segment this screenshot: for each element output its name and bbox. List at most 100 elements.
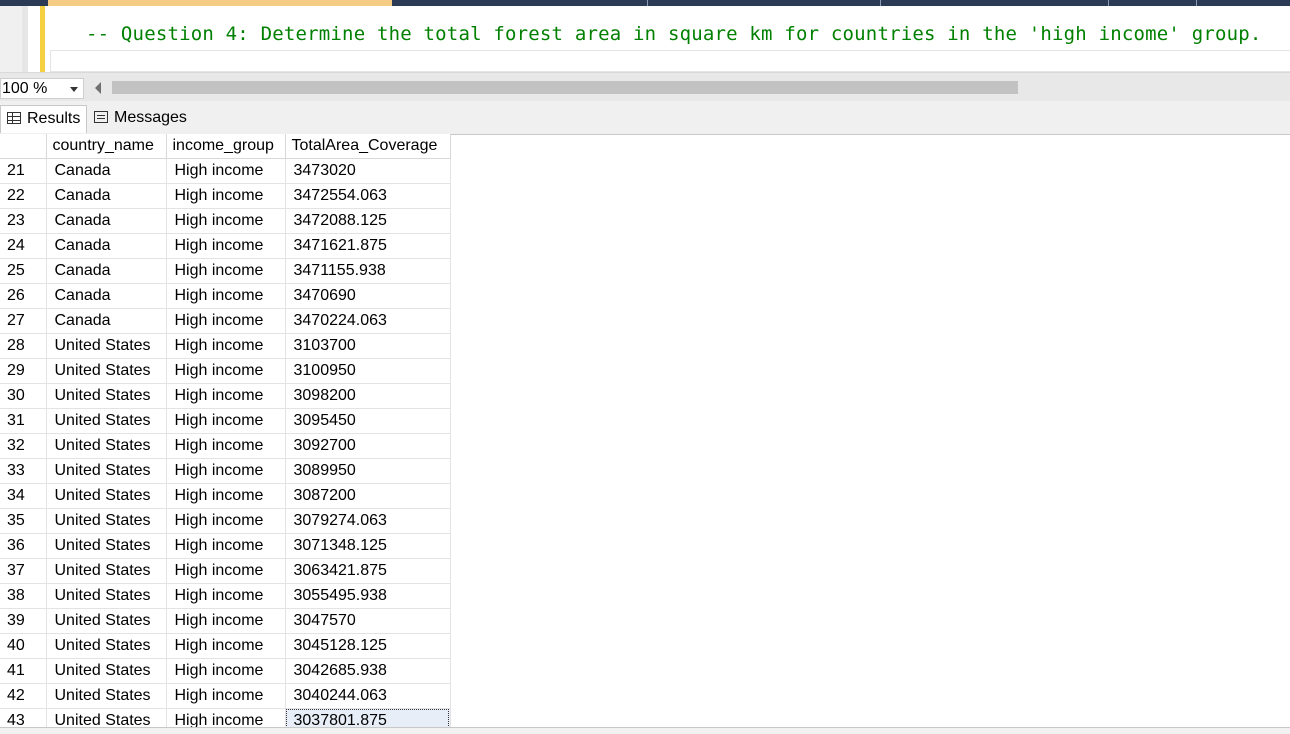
cell-income-group[interactable]: High income <box>166 633 286 659</box>
cell-totalarea-coverage[interactable]: 3089950 <box>285 458 451 484</box>
cell-income-group[interactable]: High income <box>166 508 286 534</box>
cell-income-group[interactable]: High income <box>166 208 286 234</box>
table-row[interactable]: 35 United States High income 3079274.063 <box>0 508 451 534</box>
row-number[interactable]: 37 <box>0 558 47 584</box>
cell-income-group[interactable]: High income <box>166 283 286 309</box>
table-row[interactable]: 27 Canada High income 3470224.063 <box>0 308 451 334</box>
table-row[interactable]: 28 United States High income 3103700 <box>0 333 451 359</box>
cell-country-name[interactable]: United States <box>46 508 167 534</box>
cell-totalarea-coverage[interactable]: 3079274.063 <box>285 508 451 534</box>
cell-country-name[interactable]: Canada <box>46 308 167 334</box>
results-grid[interactable]: country_name income_group TotalArea_Cove… <box>0 134 451 734</box>
table-row[interactable]: 24 Canada High income 3471621.875 <box>0 233 451 259</box>
cell-totalarea-coverage[interactable]: 3472088.125 <box>285 208 451 234</box>
cell-income-group[interactable]: High income <box>166 658 286 684</box>
cell-country-name[interactable]: United States <box>46 658 167 684</box>
row-number[interactable]: 31 <box>0 408 47 434</box>
table-row[interactable]: 39 United States High income 3047570 <box>0 608 451 634</box>
cell-income-group[interactable]: High income <box>166 258 286 284</box>
row-number[interactable]: 32 <box>0 433 47 459</box>
cell-income-group[interactable]: High income <box>166 358 286 384</box>
cell-income-group[interactable]: High income <box>166 308 286 334</box>
table-row[interactable]: 33 United States High income 3089950 <box>0 458 451 484</box>
query-editor[interactable]: -- Question 4: Determine the total fores… <box>0 6 1290 72</box>
table-row[interactable]: 32 United States High income 3092700 <box>0 433 451 459</box>
table-row[interactable]: 42 United States High income 3040244.063 <box>0 683 451 709</box>
row-number[interactable]: 28 <box>0 333 47 359</box>
cell-totalarea-coverage[interactable]: 3470690 <box>285 283 451 309</box>
code-comment-line[interactable]: -- Question 4: Determine the total fores… <box>86 23 1262 45</box>
cell-country-name[interactable]: United States <box>46 533 167 559</box>
row-number-header[interactable] <box>0 134 47 159</box>
row-number[interactable]: 25 <box>0 258 47 284</box>
row-number[interactable]: 36 <box>0 533 47 559</box>
cell-totalarea-coverage[interactable]: 3100950 <box>285 358 451 384</box>
row-number[interactable]: 21 <box>0 158 47 184</box>
row-number[interactable]: 39 <box>0 608 47 634</box>
cell-country-name[interactable]: United States <box>46 583 167 609</box>
zoom-dropdown[interactable]: 100 % <box>0 78 84 99</box>
cell-income-group[interactable]: High income <box>166 158 286 184</box>
cell-income-group[interactable]: High income <box>166 558 286 584</box>
row-number[interactable]: 23 <box>0 208 47 234</box>
row-number[interactable]: 24 <box>0 233 47 259</box>
row-number[interactable]: 33 <box>0 458 47 484</box>
cell-country-name[interactable]: Canada <box>46 258 167 284</box>
cell-totalarea-coverage[interactable]: 3055495.938 <box>285 583 451 609</box>
row-number[interactable]: 41 <box>0 658 47 684</box>
cell-country-name[interactable]: United States <box>46 483 167 509</box>
scroll-left-arrow-icon[interactable] <box>95 82 101 94</box>
cell-country-name[interactable]: United States <box>46 458 167 484</box>
column-header-income-group[interactable]: income_group <box>166 134 286 159</box>
horizontal-scrollbar-thumb[interactable] <box>112 81 1018 94</box>
cell-country-name[interactable]: United States <box>46 608 167 634</box>
cell-totalarea-coverage[interactable]: 3042685.938 <box>285 658 451 684</box>
cell-country-name[interactable]: United States <box>46 358 167 384</box>
table-row[interactable]: 26 Canada High income 3470690 <box>0 283 451 309</box>
cell-income-group[interactable]: High income <box>166 608 286 634</box>
row-number[interactable]: 34 <box>0 483 47 509</box>
cell-income-group[interactable]: High income <box>166 533 286 559</box>
column-header-country-name[interactable]: country_name <box>46 134 167 159</box>
cell-totalarea-coverage[interactable]: 3103700 <box>285 333 451 359</box>
cell-totalarea-coverage[interactable]: 3471155.938 <box>285 258 451 284</box>
cell-totalarea-coverage[interactable]: 3472554.063 <box>285 183 451 209</box>
tab-results[interactable]: Results <box>0 105 87 133</box>
tab-messages[interactable]: Messages <box>88 105 190 133</box>
row-number[interactable]: 38 <box>0 583 47 609</box>
cell-income-group[interactable]: High income <box>166 583 286 609</box>
cell-income-group[interactable]: High income <box>166 333 286 359</box>
cell-income-group[interactable]: High income <box>166 408 286 434</box>
cell-income-group[interactable]: High income <box>166 383 286 409</box>
row-number[interactable]: 30 <box>0 383 47 409</box>
cell-income-group[interactable]: High income <box>166 183 286 209</box>
cell-totalarea-coverage[interactable]: 3040244.063 <box>285 683 451 709</box>
row-number[interactable]: 40 <box>0 633 47 659</box>
row-number[interactable]: 26 <box>0 283 47 309</box>
cell-totalarea-coverage[interactable]: 3087200 <box>285 483 451 509</box>
cell-totalarea-coverage[interactable]: 3045128.125 <box>285 633 451 659</box>
table-row[interactable]: 38 United States High income 3055495.938 <box>0 583 451 609</box>
cell-totalarea-coverage[interactable]: 3098200 <box>285 383 451 409</box>
table-row[interactable]: 23 Canada High income 3472088.125 <box>0 208 451 234</box>
table-row[interactable]: 36 United States High income 3071348.125 <box>0 533 451 559</box>
cell-country-name[interactable]: United States <box>46 408 167 434</box>
row-number[interactable]: 29 <box>0 358 47 384</box>
row-number[interactable]: 35 <box>0 508 47 534</box>
table-row[interactable]: 22 Canada High income 3472554.063 <box>0 183 451 209</box>
cell-totalarea-coverage[interactable]: 3471621.875 <box>285 233 451 259</box>
cell-totalarea-coverage[interactable]: 3470224.063 <box>285 308 451 334</box>
table-row[interactable]: 25 Canada High income 3471155.938 <box>0 258 451 284</box>
cell-income-group[interactable]: High income <box>166 233 286 259</box>
cell-country-name[interactable]: Canada <box>46 158 167 184</box>
row-number[interactable]: 22 <box>0 183 47 209</box>
row-number[interactable]: 42 <box>0 683 47 709</box>
chevron-down-icon[interactable] <box>70 87 78 92</box>
cell-totalarea-coverage[interactable]: 3071348.125 <box>285 533 451 559</box>
cell-country-name[interactable]: Canada <box>46 283 167 309</box>
cell-country-name[interactable]: United States <box>46 333 167 359</box>
cell-income-group[interactable]: High income <box>166 483 286 509</box>
table-row[interactable]: 40 United States High income 3045128.125 <box>0 633 451 659</box>
table-row[interactable]: 34 United States High income 3087200 <box>0 483 451 509</box>
cell-country-name[interactable]: Canada <box>46 183 167 209</box>
